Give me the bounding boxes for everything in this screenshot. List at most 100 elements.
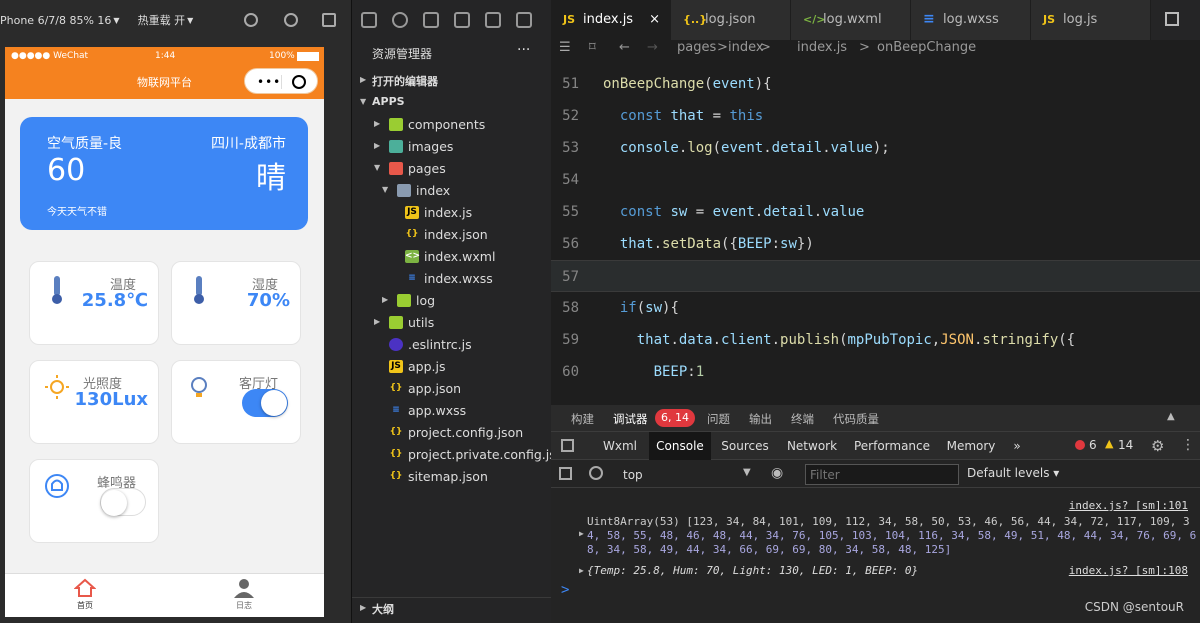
- inspect-icon[interactable]: [561, 439, 574, 452]
- tree-item-pages[interactable]: ▼ pages: [352, 158, 552, 180]
- stop-icon[interactable]: [284, 13, 298, 27]
- kebab-menu-icon[interactable]: ⋮: [1181, 437, 1195, 453]
- device-select[interactable]: Phone 6/7/8 85% 16: [0, 14, 111, 27]
- eye-icon[interactable]: ◉: [771, 465, 783, 481]
- sidebar-toggle-icon[interactable]: [559, 467, 572, 480]
- tab-debugger[interactable]: 调试器: [613, 411, 648, 427]
- source-link[interactable]: index.js? [sm]:101: [1069, 499, 1188, 512]
- tree-item-eslintrc[interactable]: .eslintrc.js: [352, 334, 552, 356]
- tree-item-sitemap[interactable]: {} sitemap.json: [352, 466, 552, 488]
- extensions-icon[interactable]: [454, 12, 470, 28]
- warning-count[interactable]: 14: [1118, 438, 1133, 452]
- tab-output[interactable]: 输出: [749, 411, 772, 427]
- preview-icon[interactable]: [485, 12, 501, 28]
- breadcrumb-file[interactable]: index.js: [797, 40, 847, 55]
- levels-select[interactable]: Default levels ▾: [967, 466, 1059, 480]
- forward-icon[interactable]: →: [647, 40, 658, 55]
- tree-item-project-private-config[interactable]: {} project.private.config.js...: [352, 444, 568, 466]
- breadcrumb-pages[interactable]: pages: [677, 40, 716, 55]
- tab-log-js[interactable]: JS log.js: [1031, 0, 1151, 40]
- tree-item-index-wxss[interactable]: ≡ index.wxss: [352, 268, 552, 290]
- apps-header[interactable]: ▼ APPS: [352, 92, 552, 114]
- tree-item-project-config[interactable]: {} project.config.json: [352, 422, 552, 444]
- tab-problems[interactable]: 问题: [707, 411, 730, 427]
- tab-code-quality[interactable]: 代码质量: [833, 411, 879, 427]
- tab-memory[interactable]: Memory: [939, 432, 1003, 460]
- tab-log[interactable]: 日志: [214, 578, 274, 611]
- expand-arrow-icon[interactable]: ▶: [579, 566, 584, 575]
- list-icon[interactable]: ☰: [559, 40, 571, 55]
- files-icon[interactable]: [361, 12, 377, 28]
- led-switch[interactable]: [242, 389, 288, 417]
- console-prompt[interactable]: >: [561, 582, 569, 598]
- tree-item-index-json[interactable]: {} index.json: [352, 224, 552, 246]
- tab-terminal[interactable]: 终端: [791, 411, 814, 427]
- close-circle-icon[interactable]: [292, 75, 306, 89]
- tree-item-log[interactable]: ▶ log: [352, 290, 552, 312]
- back-icon[interactable]: ←: [619, 40, 630, 55]
- outline-header[interactable]: ▶ 大纲: [352, 597, 552, 619]
- tab-sources[interactable]: Sources: [711, 432, 779, 460]
- tab-wxml[interactable]: Wxml: [591, 432, 649, 460]
- tree-item-components[interactable]: ▶ components: [352, 114, 552, 136]
- tree-item-images[interactable]: ▶ images: [352, 136, 552, 158]
- code-line[interactable]: 54: [551, 164, 1200, 196]
- code-line[interactable]: 53 console.log(event.detail.value);: [551, 132, 1200, 164]
- tree-item-index-wxml[interactable]: <> index.wxml: [352, 246, 552, 268]
- code-line[interactable]: 55 const sw = event.detail.value: [551, 196, 1200, 228]
- more-tabs-icon[interactable]: »: [1005, 432, 1029, 460]
- search-icon[interactable]: [392, 12, 408, 28]
- split-editor-icon[interactable]: [1165, 12, 1179, 26]
- tab-network[interactable]: Network: [779, 432, 845, 460]
- breadcrumb-index[interactable]: index: [728, 40, 764, 55]
- code-line[interactable]: 52 const that = this: [551, 100, 1200, 132]
- tree-item-utils[interactable]: ▶ utils: [352, 312, 552, 334]
- code-text: that.setData({BEEP:sw}): [603, 236, 814, 252]
- docker-icon[interactable]: [516, 12, 532, 28]
- code-line[interactable]: 58 if(sw){: [551, 292, 1200, 324]
- code-line[interactable]: 59 that.data.client.publish(mpPubTopic,J…: [551, 324, 1200, 356]
- code-line[interactable]: 60 BEEP:1: [551, 356, 1200, 388]
- error-count[interactable]: 6: [1089, 438, 1097, 452]
- source-control-icon[interactable]: [423, 12, 439, 28]
- settings-gear-icon[interactable]: ⚙: [1151, 437, 1164, 455]
- beep-switch[interactable]: [100, 488, 146, 516]
- menu-capsule[interactable]: •••: [244, 68, 318, 94]
- hotreload-toggle[interactable]: 热重载 开: [138, 12, 186, 28]
- clear-console-icon[interactable]: [589, 466, 603, 480]
- chevron-up-icon[interactable]: ▲: [1167, 411, 1175, 422]
- code-text: that.data.client.publish(mpPubTopic,JSON…: [603, 332, 1075, 348]
- tab-home[interactable]: 首页: [55, 578, 115, 611]
- close-icon[interactable]: ×: [649, 12, 660, 27]
- tab-log-json[interactable]: {..} log.json: [671, 0, 791, 40]
- refresh-icon[interactable]: [244, 13, 258, 27]
- tab-performance[interactable]: Performance: [845, 432, 939, 460]
- context-select[interactable]: top: [623, 468, 643, 482]
- tree-item-app-json[interactable]: {} app.json: [352, 378, 552, 400]
- tab-console[interactable]: Console: [649, 432, 711, 460]
- source-link[interactable]: index.js? [sm]:108: [1069, 564, 1188, 577]
- expand-arrow-icon[interactable]: ▶: [579, 529, 584, 538]
- line-number: 60: [562, 364, 579, 380]
- code-token: const: [619, 204, 663, 220]
- open-editors-header[interactable]: ▶ 打开的编辑器: [352, 70, 552, 92]
- more-actions-icon[interactable]: ···: [517, 42, 530, 58]
- filter-input[interactable]: [805, 464, 959, 485]
- code-area[interactable]: 51 onBeepChange(event){52 const that = th…: [551, 60, 1200, 405]
- tab-log-wxml[interactable]: </> log.wxml: [791, 0, 911, 40]
- tab-log-wxss[interactable]: ≡ log.wxss: [911, 0, 1031, 40]
- bookmark-icon[interactable]: ⌑: [589, 40, 596, 55]
- breadcrumb-symbol[interactable]: onBeepChange: [877, 40, 976, 55]
- chevron-down-icon[interactable]: ▼: [743, 467, 751, 478]
- tree-item-index-js[interactable]: JS index.js: [352, 202, 552, 224]
- tree-item-index-folder[interactable]: ▼ index: [352, 180, 552, 202]
- tree-item-app-wxss[interactable]: ≡ app.wxss: [352, 400, 552, 422]
- tab-index-js[interactable]: JS index.js ×: [551, 0, 671, 40]
- tree-item-app-js[interactable]: JS app.js: [352, 356, 552, 378]
- code-line[interactable]: 51 onBeepChange(event){: [551, 68, 1200, 100]
- code-line[interactable]: 57: [551, 260, 1200, 292]
- popout-icon[interactable]: [322, 13, 336, 27]
- tab-build[interactable]: 构建: [571, 411, 594, 427]
- code-line[interactable]: 56 that.setData({BEEP:sw}): [551, 228, 1200, 260]
- more-icon[interactable]: •••: [257, 75, 281, 89]
